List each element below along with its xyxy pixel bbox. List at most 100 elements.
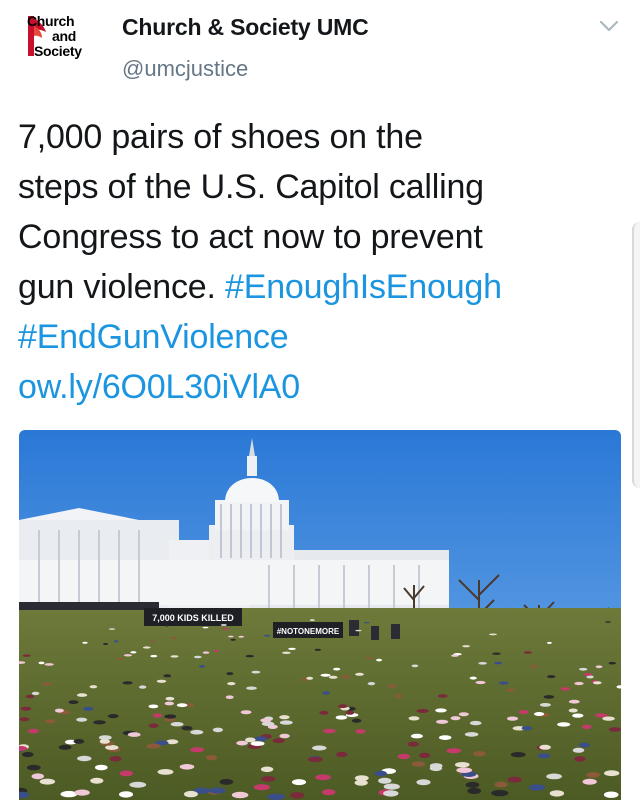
shoe (213, 649, 220, 653)
shoe (99, 739, 111, 744)
shoe (416, 779, 431, 786)
shoe (202, 651, 210, 654)
shoe (76, 717, 88, 722)
shoe (560, 687, 571, 691)
shoe (498, 681, 509, 685)
shoe (119, 770, 134, 777)
shoe (170, 636, 177, 639)
tweet-text: 7,000 pairs of shoes on the steps of the… (18, 112, 618, 412)
shoe (119, 791, 133, 798)
shoe (608, 661, 616, 665)
shoe (579, 667, 588, 671)
user-handle[interactable]: @umcjustice (122, 56, 248, 82)
shoe (82, 706, 94, 711)
shoe (506, 716, 519, 721)
shoe (31, 773, 45, 780)
logo-wordmark: Church and Society (22, 14, 98, 59)
shoe (595, 665, 603, 669)
shoe (437, 694, 448, 698)
shoe (582, 778, 597, 785)
shoe (254, 736, 268, 742)
tweet-line-4: gun violence. #EnoughIsEnough (18, 262, 618, 312)
banner-right: #NOTONEMORE (273, 622, 343, 638)
shoe (183, 790, 198, 798)
shoe (472, 751, 486, 757)
shoe (456, 767, 473, 773)
shoe (321, 789, 336, 796)
shoe (279, 720, 293, 725)
shoe (602, 716, 615, 721)
shoe (19, 717, 30, 722)
shoe (351, 718, 362, 723)
shoe (464, 732, 479, 737)
shoe (103, 643, 109, 645)
shoe (605, 621, 611, 623)
shoe (568, 699, 580, 704)
display-name[interactable]: Church & Society UMC (122, 14, 369, 41)
shoe (164, 624, 169, 627)
shoe (363, 621, 370, 624)
shoe (82, 641, 88, 644)
shoe (572, 713, 584, 718)
shoe (539, 703, 551, 707)
shoe (374, 770, 387, 777)
shoe (315, 774, 331, 781)
shoe (557, 722, 571, 727)
shoe (533, 712, 545, 716)
chevron-down-icon[interactable] (598, 18, 620, 34)
logo-line-society: Society (34, 43, 82, 59)
tweet-link[interactable]: ow.ly/6O0L30iVlA0 (18, 362, 618, 412)
shoe (494, 661, 503, 665)
shoe (439, 735, 452, 740)
shoe (455, 762, 470, 768)
shoe (25, 694, 35, 699)
shoe (319, 710, 329, 715)
hashtag-end-gun-violence[interactable]: #EndGunViolence (18, 312, 618, 362)
shoe (376, 658, 382, 662)
tweet-header: Church and Society Church & Society UMC … (0, 0, 640, 100)
shoe (90, 777, 104, 784)
shoe (530, 665, 539, 668)
tweet-photo[interactable]: 7,000 KIDS KILLED #NOTONEMORE (19, 430, 621, 800)
shoe (518, 710, 529, 715)
side-scroll-handle[interactable] (632, 222, 640, 488)
shoe (93, 720, 106, 725)
shoe (26, 764, 41, 771)
banner-left-text: 7,000 KIDS KILLED (152, 613, 234, 623)
shoe (28, 728, 39, 734)
tweet-line-3: Congress to act now to prevent (18, 218, 483, 256)
tweet-line-2: steps of the U.S. Capitol calling (18, 168, 484, 206)
shoe (462, 645, 470, 648)
shoe (170, 655, 179, 658)
shoe (190, 729, 204, 735)
shoe (219, 778, 234, 785)
shoe (73, 739, 85, 744)
hashtag-enough-is-enough[interactable]: #EnoughIsEnough (225, 268, 502, 306)
shoe (146, 743, 161, 749)
shoe (58, 744, 72, 750)
shoe (230, 638, 236, 641)
logo-line-church: Church (27, 13, 75, 29)
shoe (245, 654, 254, 658)
shoe (338, 704, 348, 709)
shoe (130, 651, 137, 654)
shoe (39, 778, 56, 785)
shoe (547, 641, 552, 644)
shoe (306, 676, 314, 680)
shoe (465, 781, 480, 788)
shoe (581, 724, 592, 729)
shoe (367, 682, 376, 686)
shoe (604, 770, 620, 777)
shoe (279, 715, 290, 720)
shoe (226, 672, 234, 676)
shoe (221, 626, 226, 629)
shoe (263, 634, 271, 637)
shoe (309, 619, 315, 621)
shoe (190, 747, 205, 753)
shoe (546, 773, 562, 780)
shoe (578, 742, 590, 748)
shoe (54, 708, 64, 713)
shoe (510, 752, 526, 758)
shoe (267, 793, 285, 800)
shoe (491, 789, 509, 797)
